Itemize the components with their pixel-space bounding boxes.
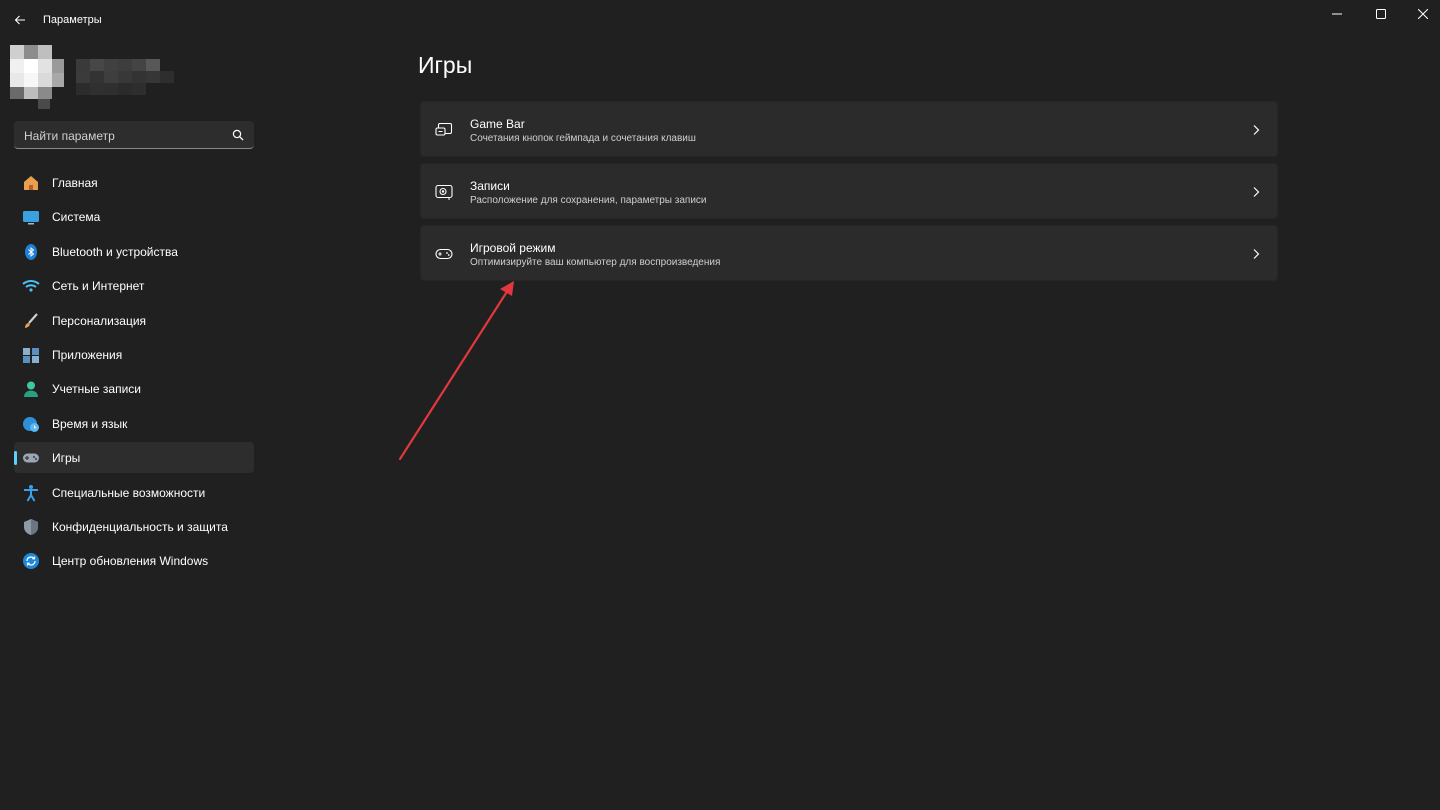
home-icon <box>24 176 38 190</box>
bluetooth-icon <box>25 243 37 260</box>
chevron-right-icon <box>1253 187 1260 197</box>
game-bar-card[interactable]: Game Bar Сочетания кнопок геймпада и соч… <box>420 101 1278 157</box>
sidebar-item-label: Приложения <box>52 347 123 362</box>
sidebar-item-label: Система <box>52 210 101 225</box>
arrow-left-icon <box>14 15 25 25</box>
accessibility-icon <box>24 484 38 502</box>
card-subtitle: Сочетания кнопок геймпада и сочетания кл… <box>470 133 696 144</box>
close-icon <box>1418 9 1428 19</box>
page-title: Игры <box>418 52 473 78</box>
sidebar-item-windows-update[interactable]: Центр обновления Windows <box>14 545 254 576</box>
maximize-icon <box>1376 9 1386 19</box>
sidebar-item-label: Игры <box>52 451 81 466</box>
back-button[interactable] <box>10 10 30 30</box>
sidebar-item-privacy[interactable]: Конфиденциальность и защита <box>14 511 254 542</box>
sidebar-item-label: Bluetooth и устройства <box>52 244 178 259</box>
account-icon <box>24 381 38 398</box>
sidebar-item-gaming[interactable]: Игры <box>14 442 254 474</box>
sidebar-item-label: Персонализация <box>52 313 147 328</box>
wifi-icon <box>22 280 40 292</box>
sidebar-item-label: Сеть и Интернет <box>52 279 145 294</box>
game-bar-icon <box>435 122 453 136</box>
card-subtitle: Расположение для сохранения, параметры з… <box>470 195 707 206</box>
sidebar-item-time-language[interactable]: Время и язык <box>14 408 254 439</box>
card-title: Записи <box>470 179 510 193</box>
chevron-right-icon <box>1253 125 1260 135</box>
sidebar-item-label: Центр обновления Windows <box>52 554 209 569</box>
maximize-button[interactable] <box>1358 0 1404 28</box>
game-mode-icon <box>435 248 453 260</box>
minimize-button[interactable] <box>1314 0 1360 28</box>
minimize-icon <box>1332 13 1342 15</box>
sidebar-item-accounts[interactable]: Учетные записи <box>14 373 254 404</box>
sidebar-item-label: Специальные возможности <box>52 485 206 500</box>
sidebar-item-label: Время и язык <box>52 416 128 431</box>
globe-clock-icon <box>23 416 39 432</box>
user-profile[interactable] <box>10 45 180 111</box>
game-mode-card[interactable]: Игровой режим Оптимизируйте ваш компьюте… <box>420 225 1278 281</box>
close-button[interactable] <box>1400 0 1440 28</box>
captures-card[interactable]: Записи Расположение для сохранения, пара… <box>420 163 1278 219</box>
search-icon[interactable] <box>232 129 244 141</box>
brush-icon <box>25 312 38 328</box>
card-title: Игровой режим <box>470 241 556 255</box>
update-icon <box>23 553 39 570</box>
search-box[interactable] <box>14 121 254 151</box>
chevron-right-icon <box>1253 249 1260 259</box>
app-title: Параметры <box>43 14 102 26</box>
search-input[interactable] <box>22 121 226 151</box>
sidebar-item-accessibility[interactable]: Специальные возможности <box>14 477 254 508</box>
sidebar-item-system[interactable]: Система <box>14 201 254 232</box>
sidebar-item-label: Учетные записи <box>52 382 141 397</box>
sidebar-item-personalization[interactable]: Персонализация <box>14 305 254 336</box>
shield-icon <box>24 518 38 535</box>
sidebar-item-bluetooth[interactable]: Bluetooth и устройства <box>14 236 254 267</box>
capture-icon <box>435 184 453 200</box>
settings-card-list: Game Bar Сочетания кнопок геймпада и соч… <box>420 101 1278 287</box>
card-subtitle: Оптимизируйте ваш компьютер для воспроиз… <box>470 257 721 268</box>
sidebar-item-home[interactable]: Главная <box>14 167 254 198</box>
sidebar-nav: Главная Система Bluetooth и устройства С… <box>14 167 254 580</box>
card-title: Game Bar <box>470 117 525 131</box>
sidebar-item-apps[interactable]: Приложения <box>14 339 254 370</box>
apps-icon <box>23 347 39 363</box>
sidebar-item-network[interactable]: Сеть и Интернет <box>14 270 254 301</box>
sidebar-item-label: Главная <box>52 176 98 190</box>
gamepad-icon <box>23 453 39 463</box>
title-bar: Параметры <box>0 0 1440 40</box>
sidebar-item-label: Конфиденциальность и защита <box>52 519 228 534</box>
system-icon <box>23 211 39 225</box>
